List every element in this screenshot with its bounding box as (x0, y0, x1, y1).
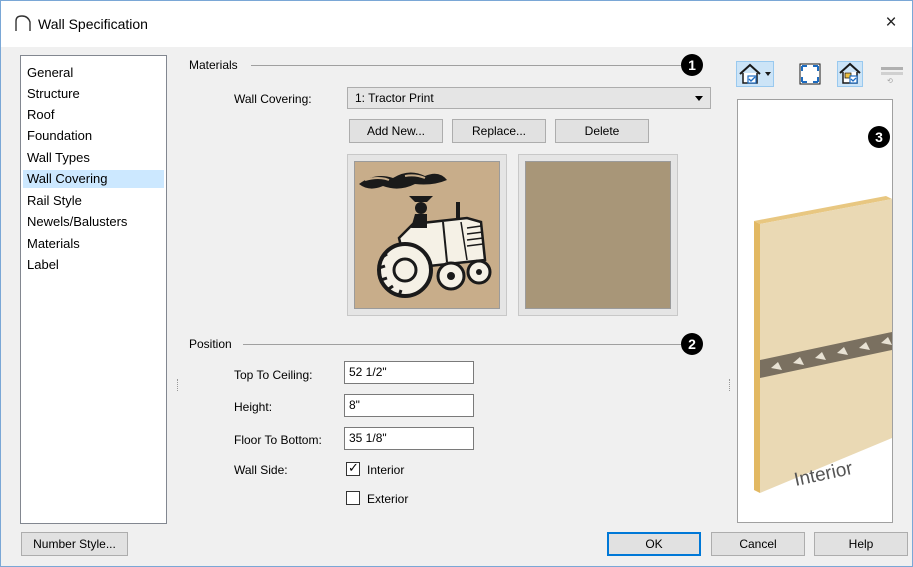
top-to-ceiling-label: Top To Ceiling: (234, 368, 313, 382)
texture-swatch[interactable] (347, 154, 507, 316)
floor-to-bottom-field[interactable]: 35 1/8" (344, 427, 474, 450)
category-list: General Structure Roof Foundation Wall T… (20, 55, 167, 524)
callout-badge-2: 2 (681, 333, 703, 355)
nav-item-materials[interactable]: Materials (23, 235, 164, 253)
title-bar: Wall Specification × (1, 1, 912, 47)
tractor-illustration (359, 172, 492, 298)
position-heading: Position (189, 337, 232, 351)
tractor-print-image (354, 161, 500, 309)
splitter-grip-left[interactable] (177, 379, 179, 391)
height-label: Height: (234, 400, 273, 414)
refresh-preview-button[interactable]: ⟲ (879, 61, 905, 87)
wall-side-label: Wall Side: (234, 463, 288, 477)
add-new-button[interactable]: Add New... (349, 119, 443, 143)
exterior-checkbox[interactable] (346, 491, 360, 505)
wall-covering-label: Wall Covering: (234, 92, 312, 106)
nav-item-newels-balusters[interactable]: Newels/Balusters (23, 213, 164, 231)
wall-covering-select[interactable]: 1: Tractor Print (347, 87, 711, 109)
top-to-ceiling-field[interactable]: 52 1/2" (344, 361, 474, 384)
fill-window-button[interactable] (797, 61, 823, 87)
cancel-button[interactable]: Cancel (711, 532, 805, 556)
callout-badge-1: 1 (681, 54, 703, 76)
nav-item-rail-style[interactable]: Rail Style (23, 192, 164, 210)
help-button[interactable]: Help (814, 532, 908, 556)
rebuild-preview-icon: ⟲ (881, 67, 903, 85)
window-title: Wall Specification (38, 16, 148, 32)
nav-item-label[interactable]: Label (23, 256, 164, 274)
camera-view-dropdown[interactable] (736, 61, 774, 87)
replace-button[interactable]: Replace... (452, 119, 546, 143)
splitter-grip-right[interactable] (729, 379, 731, 391)
color-swatch[interactable] (518, 154, 678, 316)
exterior-label[interactable]: Exterior (367, 492, 408, 506)
close-button[interactable]: × (880, 12, 902, 34)
svg-text:⟲: ⟲ (887, 78, 893, 85)
nav-item-structure[interactable]: Structure (23, 85, 164, 103)
wall-covering-value: 1: Tractor Print (355, 91, 434, 105)
nav-item-foundation[interactable]: Foundation (23, 127, 164, 145)
number-style-button[interactable]: Number Style... (21, 532, 128, 556)
fit-to-window-icon (799, 63, 821, 85)
materials-heading: Materials (189, 58, 238, 72)
show-camera-view-toggle[interactable] (837, 61, 863, 87)
position-separator (243, 344, 681, 345)
app-arch-icon (15, 15, 31, 31)
nav-item-general[interactable]: General (23, 64, 164, 82)
ok-button[interactable]: OK (607, 532, 701, 556)
house-view-icon (739, 63, 771, 84)
house-render-icon (839, 62, 861, 84)
tan-color-fill (525, 161, 671, 309)
wall-3d-preview (754, 196, 892, 493)
nav-item-roof[interactable]: Roof (23, 106, 164, 124)
materials-separator (251, 65, 681, 66)
floor-to-bottom-label: Floor To Bottom: (234, 433, 322, 447)
wall-preview-pane: 3 Interior (737, 99, 893, 523)
dropdown-arrow-icon (695, 96, 703, 101)
interior-checkbox[interactable]: ✓ (346, 460, 360, 476)
wall-specification-dialog: Wall Specification × General Structure R… (0, 0, 913, 567)
height-field[interactable]: 8" (344, 394, 474, 417)
checkmark-icon: ✓ (348, 460, 359, 475)
delete-button[interactable]: Delete (555, 119, 649, 143)
nav-item-wall-types[interactable]: Wall Types (23, 149, 164, 167)
nav-item-wall-covering[interactable]: Wall Covering (23, 170, 164, 188)
interior-label[interactable]: Interior (367, 463, 404, 477)
